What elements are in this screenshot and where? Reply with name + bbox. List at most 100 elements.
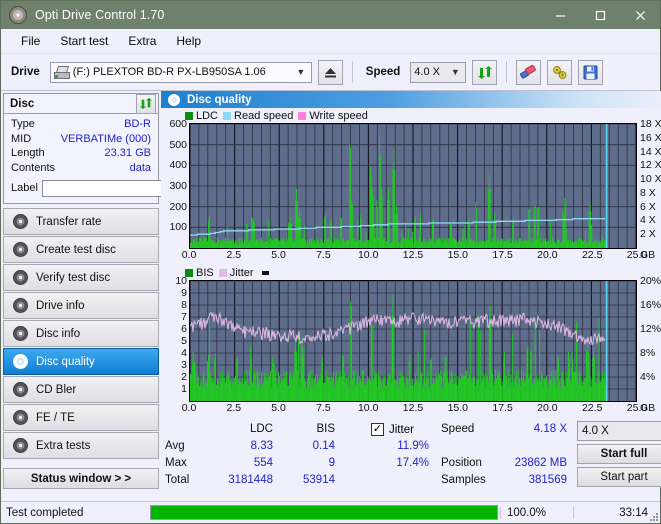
refresh-icon <box>139 97 153 110</box>
ldc-chart-container: LDC Read speed Write speed 100 200 300 400 5… <box>161 108 661 263</box>
minimize-icon[interactable] <box>540 1 580 29</box>
maximize-icon[interactable] <box>580 1 620 29</box>
resize-grip[interactable] <box>648 511 658 521</box>
disc-type-value: BD-R <box>124 118 151 130</box>
x-axis-unit: GB <box>640 249 656 261</box>
legend-read-speed: Read speed <box>223 110 293 122</box>
stats-actions: 4.0 X ▼ Start full Start part <box>577 421 661 490</box>
y2-tick-label: 8 X <box>640 186 656 199</box>
y2-tick-label: 2 X <box>640 228 656 241</box>
sidebar-item-cd-bler[interactable]: CD Bler <box>3 376 159 403</box>
ldc-legend: LDC Read speed Write speed <box>163 109 661 123</box>
sidebar-item-label: Drive info <box>36 299 85 312</box>
disc-icon <box>13 242 28 257</box>
erase-button[interactable] <box>516 59 542 85</box>
drive-select-value: (F:) PLEXTOR BD-R PX-LB950SA 1.06 <box>72 66 266 78</box>
y2-tick-label: 6 X <box>640 200 656 213</box>
tools-button[interactable] <box>547 59 573 85</box>
y-tick-label: 9 <box>181 287 187 299</box>
y-tick-label: 3 <box>181 359 187 371</box>
x-tick-label: 12.5 <box>402 249 424 261</box>
stats-ldc-avg: 8.33 <box>250 440 273 452</box>
close-icon[interactable] <box>620 1 660 29</box>
x-tick-label: 2.5 <box>226 402 242 414</box>
disc-length-value: 23.31 GB <box>104 147 151 159</box>
jitter-checkbox[interactable]: ✓ <box>371 423 384 436</box>
sidebar-item-extra-tests[interactable]: Extra tests <box>3 432 159 459</box>
sidebar-item-verify-test-disc[interactable]: Verify test disc <box>3 264 159 291</box>
sidebar-item-label: Transfer rate <box>36 215 102 228</box>
legend-label: Write speed <box>309 110 368 122</box>
legend-label: LDC <box>196 110 219 122</box>
legend-jitter: Jitter <box>218 267 254 279</box>
ldc-x-axis: 0.0 2.5 5.0 7.5 10.0 12.5 15.0 17.5 20.0 22.5 25.0… <box>182 249 655 263</box>
x-axis-unit: GB <box>640 402 656 414</box>
y-tick-label: 200 <box>169 200 187 213</box>
disc-panel-body: Type BD-R MID VERBATIMe (000) Length 23.… <box>4 114 246 203</box>
y-tick-label: 600 <box>169 118 187 130</box>
save-button[interactable] <box>578 59 604 85</box>
chevron-down-icon: ▼ <box>450 67 460 77</box>
legend-swatch-read-speed <box>223 112 232 120</box>
progress-bar <box>150 505 498 520</box>
stats-col-ldc: LDC 8.33 554 3181448 <box>211 421 273 489</box>
y2-tick-label: 12% <box>640 323 661 335</box>
sidebar-item-create-test-disc[interactable]: Create test disc <box>3 236 159 263</box>
progress-percent: 100.0% <box>500 506 573 519</box>
sidebar-item-disc-quality[interactable]: Disc quality <box>3 348 159 375</box>
stats-position-value: 23862 MB <box>514 457 567 469</box>
panel-title: Disc quality <box>187 93 252 106</box>
sidebar-item-drive-info[interactable]: Drive info <box>3 292 159 319</box>
stats-samples-label: Samples <box>441 474 486 486</box>
drive-icon <box>53 65 70 79</box>
status-text: Test completed <box>6 506 84 519</box>
stats-position-label: Position <box>441 457 482 469</box>
stats-bis-total: 53914 <box>303 474 335 486</box>
y2-tick-label: 14 X <box>640 145 661 158</box>
sidebar-item-label: Verify test disc <box>36 271 111 284</box>
y-tick-label: 10 <box>175 275 187 287</box>
sidebar-item-disc-info[interactable]: Disc info <box>3 320 159 347</box>
stats-jitter-max: 17.4% <box>396 457 429 469</box>
speed-label: Speed <box>365 66 401 78</box>
disc-icon <box>13 410 28 425</box>
disc-refresh-button[interactable] <box>136 93 156 114</box>
disc-icon <box>13 214 28 229</box>
status-window-button[interactable]: Status window > > <box>3 468 159 489</box>
x-tick-label: 15.0 <box>447 249 469 261</box>
sidebar-item-transfer-rate[interactable]: Transfer rate <box>3 208 159 235</box>
y-tick-label: 4 <box>181 347 187 359</box>
drive-select[interactable]: (F:) PLEXTOR BD-R PX-LB950SA 1.06 ▼ <box>49 61 312 83</box>
menu-start-test[interactable]: Start test <box>50 32 118 50</box>
nav-list: Transfer rate Create test disc Verify te… <box>3 208 159 459</box>
y-tick-label: 5 <box>181 335 187 347</box>
stats-bis-avg: 0.14 <box>312 440 335 452</box>
jitter-toggle-row: ✓ Jitter <box>371 421 429 438</box>
disc-info-panel: Disc Type BD-R MID VERBATIMe (000) Lengt… <box>3 93 246 204</box>
disc-icon <box>13 354 28 369</box>
refresh-button[interactable] <box>472 59 498 85</box>
sidebar-item-label: Disc info <box>36 327 81 340</box>
save-icon <box>583 65 598 79</box>
stats-spacer-row <box>441 438 567 455</box>
legend-label: Jitter <box>229 267 254 279</box>
disc-label-label: Label <box>11 182 38 194</box>
stats-col-bis: BIS 0.14 9 53914 <box>273 421 335 489</box>
legend-swatch-write-speed <box>298 112 307 120</box>
menu-file[interactable]: File <box>11 32 50 50</box>
test-speed-select[interactable]: 4.0 X ▼ <box>577 421 661 441</box>
menu-help[interactable]: Help <box>166 32 211 50</box>
sidebar-item-fe-te[interactable]: FE / TE <box>3 404 159 431</box>
eject-button[interactable] <box>317 59 343 85</box>
menu-extra[interactable]: Extra <box>118 32 166 50</box>
legend-bis: BIS <box>185 267 214 279</box>
stats-label-avg: Avg <box>165 440 185 452</box>
legend-ldc: LDC <box>185 110 218 122</box>
speed-select[interactable]: 4.0 X ▼ <box>410 61 467 83</box>
x-tick-label: 22.5 <box>581 402 603 414</box>
disc-mid-value: VERBATIMe (000) <box>60 132 151 145</box>
start-full-button[interactable]: Start full <box>577 444 661 464</box>
ldc-y-axis: 100 200 300 400 500 600 <box>163 118 189 249</box>
start-part-button[interactable]: Start part <box>577 467 661 487</box>
x-tick-label: 5.0 <box>271 249 286 261</box>
